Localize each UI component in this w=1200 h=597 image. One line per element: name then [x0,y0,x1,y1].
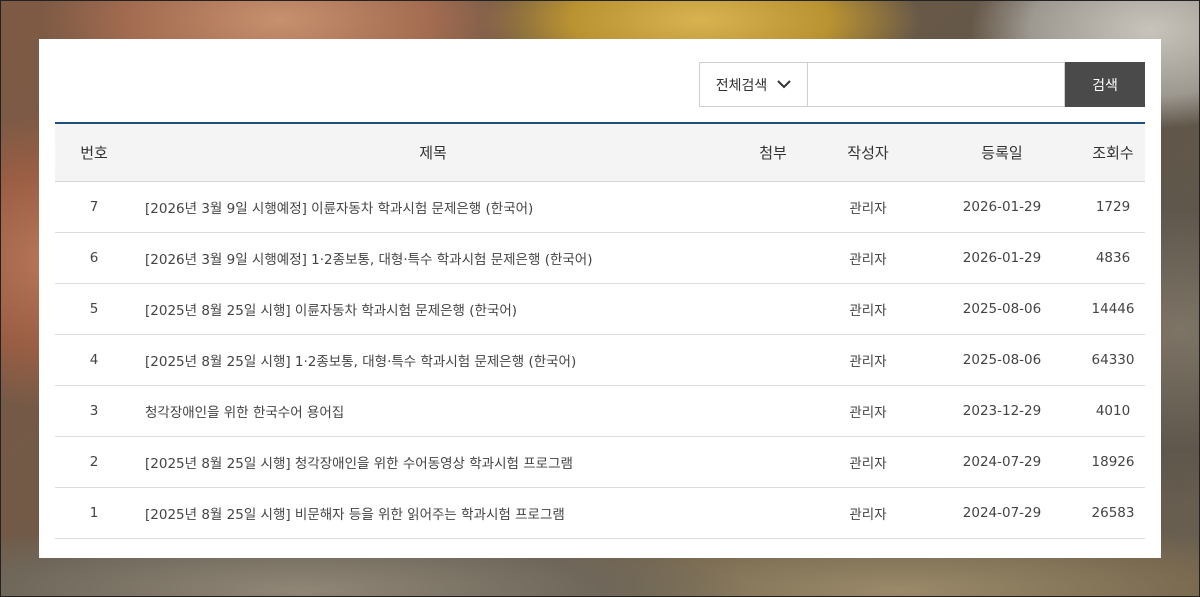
row-attachment [733,283,813,335]
search-button[interactable]: 검색 [1065,62,1145,107]
header-views: 조회수 [1081,123,1145,182]
chevron-down-icon [777,80,791,89]
header-no: 번호 [55,123,133,182]
search-bar: 전체검색 검색 [699,62,1145,107]
row-date: 2026-01-29 [923,232,1081,284]
search-input[interactable] [807,62,1065,107]
search-scope-select[interactable]: 전체검색 [699,62,807,107]
row-no: 4 [55,334,133,386]
row-no: 2 [55,436,133,488]
header-author: 작성자 [813,123,923,182]
row-date: 2026-01-29 [923,181,1081,233]
table-row[interactable]: 7 [2026년 3월 9일 시행예정] 이륜자동차 학과시험 문제은행 (한국… [55,181,1145,233]
row-date: 2024-07-29 [923,487,1081,539]
row-no: 5 [55,283,133,335]
row-author: 관리자 [813,232,923,284]
row-views: 18926 [1081,436,1145,488]
header-title: 제목 [133,123,733,182]
row-attachment [733,385,813,437]
row-date: 2025-08-06 [923,283,1081,335]
row-author: 관리자 [813,283,923,335]
row-author: 관리자 [813,487,923,539]
row-title-link[interactable]: [2025년 8월 25일 시행] 이륜자동차 학과시험 문제은행 (한국어) [133,283,733,335]
row-views: 4836 [1081,232,1145,284]
search-scope-label: 전체검색 [715,77,768,94]
table-row[interactable]: 6 [2026년 3월 9일 시행예정] 1·2종보통, 대형·특수 학과시험 … [55,232,1145,284]
row-no: 3 [55,385,133,437]
row-attachment [733,181,813,233]
row-title-link[interactable]: [2026년 3월 9일 시행예정] 1·2종보통, 대형·특수 학과시험 문제… [133,232,733,284]
row-title-link[interactable]: [2025년 8월 25일 시행] 청각장애인을 위한 수어동영상 학과시험 프… [133,436,733,488]
row-title-link[interactable]: [2026년 3월 9일 시행예정] 이륜자동차 학과시험 문제은행 (한국어) [133,181,733,233]
row-views: 64330 [1081,334,1145,386]
table-row[interactable]: 1 [2025년 8월 25일 시행] 비문해자 등을 위한 읽어주는 학과시험… [55,487,1145,539]
row-views: 14446 [1081,283,1145,335]
row-date: 2023-12-29 [923,385,1081,437]
header-date: 등록일 [923,123,1081,182]
row-title-link[interactable]: [2025년 8월 25일 시행] 1·2종보통, 대형·특수 학과시험 문제은… [133,334,733,386]
board-panel: 전체검색 검색 번호 제목 첨부 작성자 등록일 조회수 7 [2026년 3월… [39,39,1161,558]
row-attachment [733,436,813,488]
row-author: 관리자 [813,385,923,437]
row-attachment [733,487,813,539]
table-header-row: 번호 제목 첨부 작성자 등록일 조회수 [55,123,1145,182]
table-row[interactable]: 2 [2025년 8월 25일 시행] 청각장애인을 위한 수어동영상 학과시험… [55,436,1145,488]
row-author: 관리자 [813,436,923,488]
row-author: 관리자 [813,334,923,386]
row-date: 2025-08-06 [923,334,1081,386]
row-title-link[interactable]: [2025년 8월 25일 시행] 비문해자 등을 위한 읽어주는 학과시험 프… [133,487,733,539]
header-attachment: 첨부 [733,123,813,182]
row-no: 6 [55,232,133,284]
row-date: 2024-07-29 [923,436,1081,488]
row-views: 26583 [1081,487,1145,539]
row-views: 1729 [1081,181,1145,233]
table-row[interactable]: 4 [2025년 8월 25일 시행] 1·2종보통, 대형·특수 학과시험 문… [55,334,1145,386]
row-author: 관리자 [813,181,923,233]
row-no: 1 [55,487,133,539]
table-row[interactable]: 5 [2025년 8월 25일 시행] 이륜자동차 학과시험 문제은행 (한국어… [55,283,1145,335]
row-title-link[interactable]: 청각장애인을 위한 한국수어 용어집 [133,385,733,437]
table-row[interactable]: 3 청각장애인을 위한 한국수어 용어집 관리자 2023-12-29 4010 [55,385,1145,437]
post-table: 번호 제목 첨부 작성자 등록일 조회수 7 [2026년 3월 9일 시행예정… [55,122,1145,539]
row-views: 4010 [1081,385,1145,437]
row-no: 7 [55,181,133,233]
row-attachment [733,334,813,386]
row-attachment [733,232,813,284]
